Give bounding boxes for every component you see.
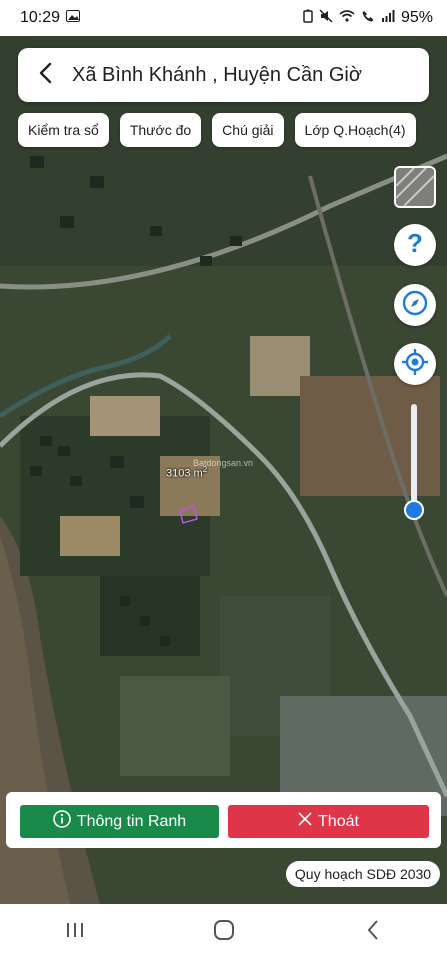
svg-text:?: ? <box>407 230 423 256</box>
opacity-slider-track[interactable] <box>411 404 417 514</box>
help-button[interactable]: ? <box>394 224 436 266</box>
map-watermark: Batdongsan.vn <box>193 458 254 468</box>
satellite-map[interactable] <box>0 36 447 904</box>
battery-level: 95% <box>400 9 433 26</box>
back-button[interactable] <box>32 62 58 88</box>
help-icon: ? <box>403 228 427 261</box>
recents-button[interactable] <box>55 912 95 952</box>
search-bar[interactable]: Xã Bình Khánh , Huyện Cần Giờ <box>18 48 429 102</box>
gallery-icon <box>66 9 81 27</box>
boundary-info-button[interactable]: Thông tin Ranh <box>20 805 219 838</box>
status-right: 95% <box>303 8 433 28</box>
locate-icon <box>401 348 429 381</box>
locate-button[interactable] <box>394 343 436 385</box>
info-icon <box>52 810 71 833</box>
area-value: 3103 m <box>166 467 203 480</box>
layer-thumb-icon <box>396 168 434 206</box>
home-icon <box>213 919 235 946</box>
action-panel: Thông tin Ranh Thoát <box>6 792 441 848</box>
recents-icon <box>65 921 85 944</box>
close-icon <box>298 812 312 831</box>
signal-icon <box>381 9 395 27</box>
chip-legend[interactable]: Chú giải <box>212 113 284 147</box>
plan-badge[interactable]: Quy hoạch SDĐ 2030 <box>286 861 440 887</box>
chip-measure[interactable]: Thước đo <box>119 113 202 147</box>
mute-icon <box>319 8 333 28</box>
exit-button[interactable]: Thoát <box>228 805 429 838</box>
opacity-slider-thumb[interactable] <box>404 500 424 520</box>
chevron-left-icon <box>366 919 380 946</box>
map-layer-toggle[interactable] <box>394 166 436 208</box>
system-nav-bar <box>0 904 447 960</box>
back-arrow-icon <box>38 62 52 89</box>
compass-icon <box>402 290 428 321</box>
compass-button[interactable] <box>394 284 436 326</box>
status-bar: 10:29 95% <box>0 0 447 36</box>
wifi-icon <box>339 9 355 27</box>
chip-planning-layer[interactable]: Lớp Q.Hoạch(4) <box>294 113 416 147</box>
battery-saver-icon <box>303 9 313 28</box>
location-title: Xã Bình Khánh , Huyện Cần Giờ <box>72 63 362 86</box>
exit-label: Thoát <box>318 812 359 830</box>
wifi-call-icon <box>361 9 375 28</box>
chip-check-book[interactable]: Kiểm tra sổ <box>18 113 109 147</box>
boundary-info-label: Thông tin Ranh <box>76 812 187 830</box>
map-imagery <box>0 36 447 904</box>
home-button[interactable] <box>204 912 244 952</box>
chip-row: Kiểm tra sổ Thước đo Chú giải Lớp Q.Hoạc… <box>18 113 416 147</box>
system-back-button[interactable] <box>353 912 393 952</box>
status-left: 10:29 <box>20 9 81 27</box>
clock: 10:29 <box>20 9 61 26</box>
